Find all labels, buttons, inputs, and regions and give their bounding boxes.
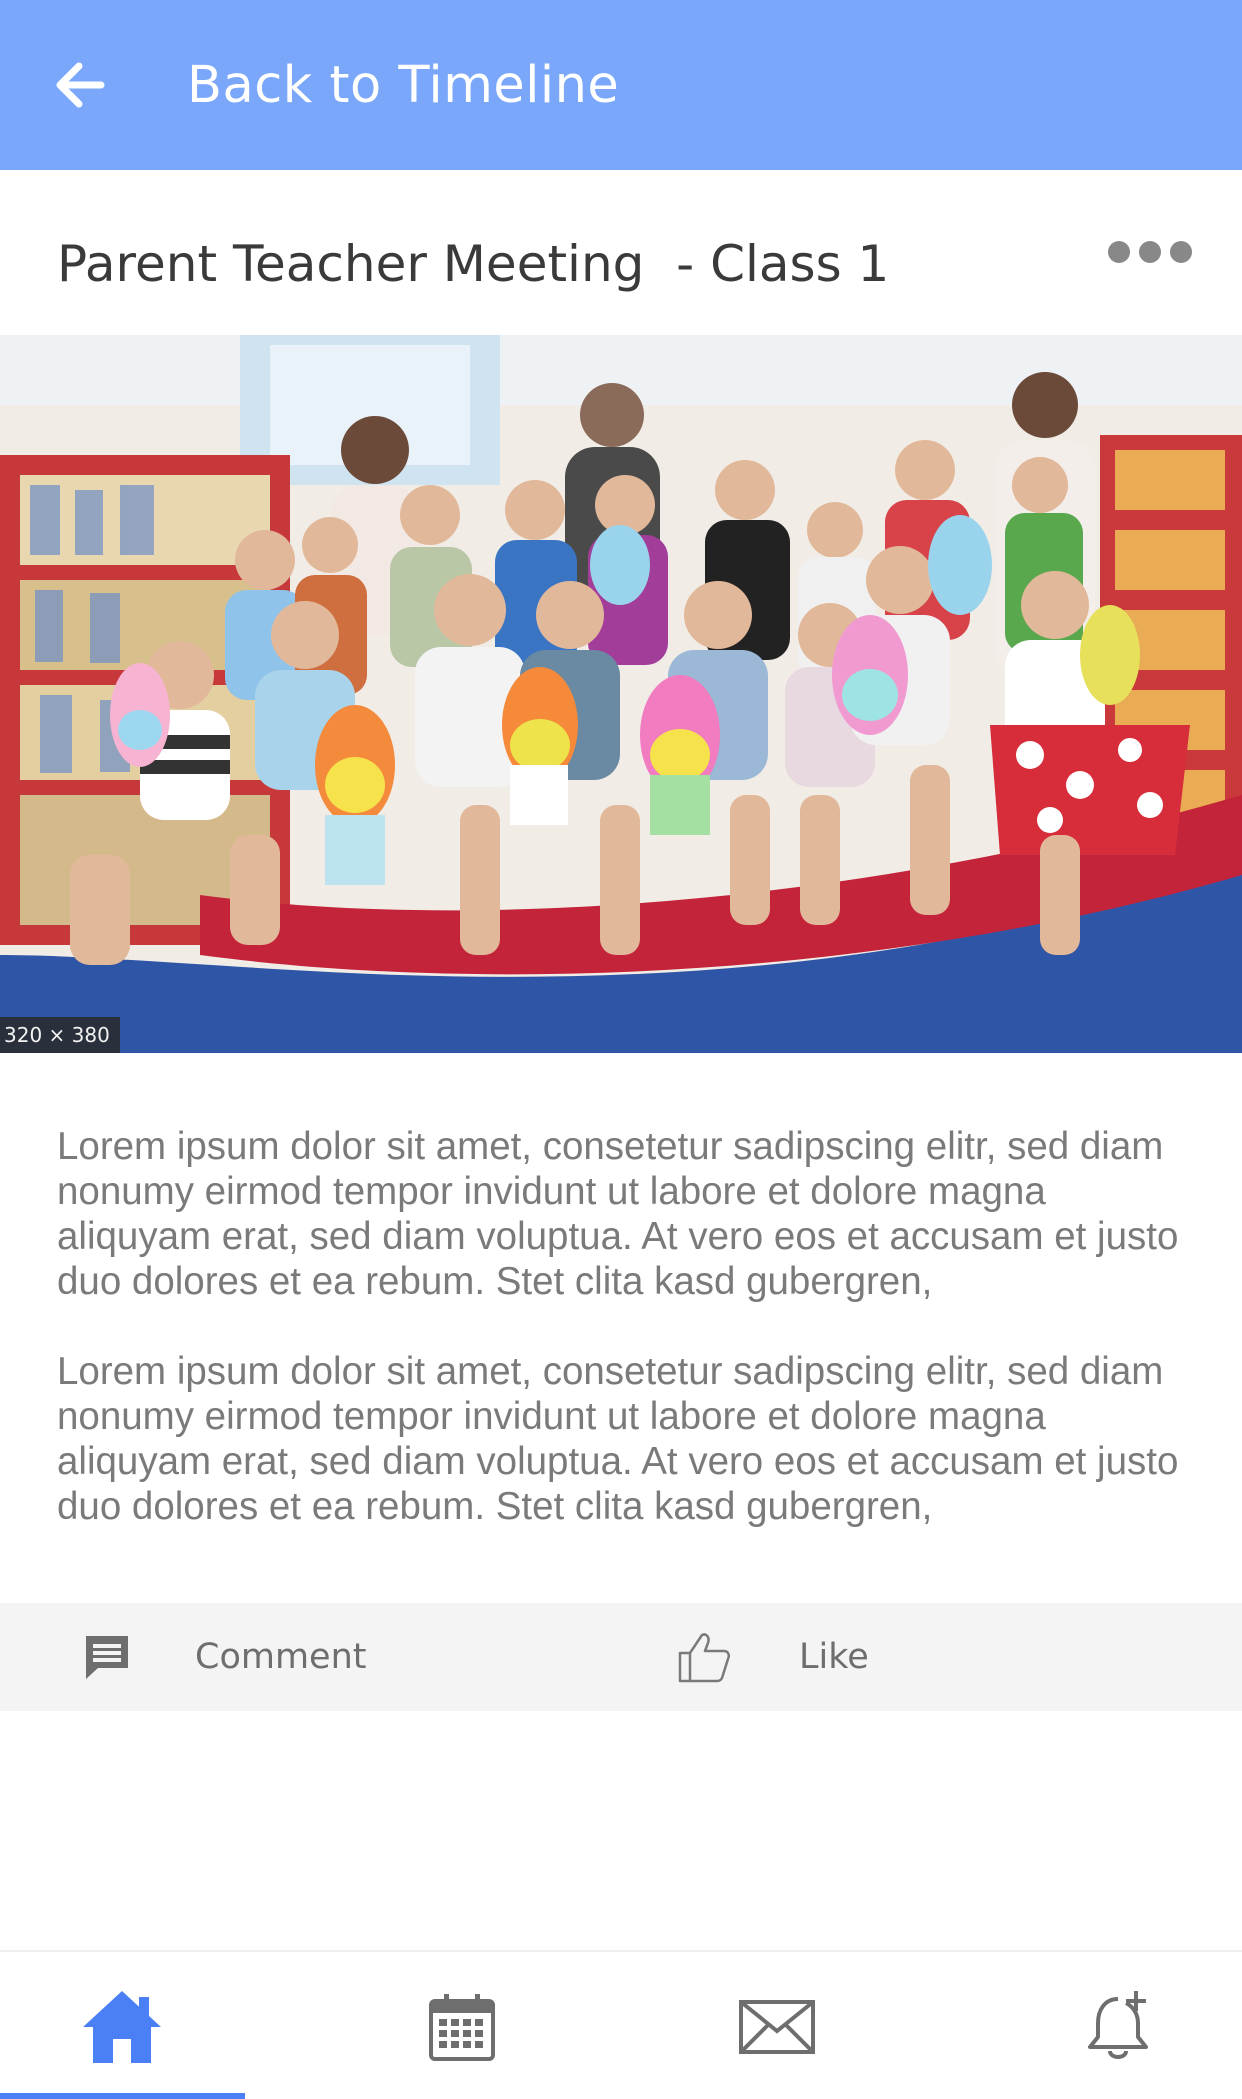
- more-dots-icon: [1108, 241, 1130, 263]
- app-bar: Back to Timeline: [0, 0, 1242, 170]
- calendar-icon: [429, 1993, 495, 2061]
- post-paragraph: Lorem ipsum dolor sit amet, consetetur s…: [57, 1125, 1179, 1303]
- thumbs-up-icon: [678, 1633, 731, 1683]
- arrow-left-icon: [56, 62, 105, 108]
- more-dot: [1139, 241, 1161, 263]
- bell-plus-icon: [1088, 1990, 1148, 2059]
- comment-icon: [86, 1636, 128, 1679]
- class-group-photo: [0, 335, 1242, 1053]
- post-paragraph: Lorem ipsum dolor sit amet, consetetur s…: [57, 1350, 1179, 1528]
- more-dot: [1170, 241, 1192, 263]
- comment-label: Comment: [195, 1637, 367, 1677]
- nav-notifications[interactable]: [998, 1952, 1242, 2099]
- post-body: Lorem ipsum dolor sit amet, consetetur s…: [57, 1124, 1197, 1574]
- post-photo: 320 × 380: [0, 335, 1242, 1053]
- image-dimension-tag: 320 × 380: [0, 1017, 120, 1053]
- nav-calendar[interactable]: [340, 1952, 584, 2099]
- nav-home[interactable]: [0, 1952, 244, 2099]
- home-icon: [83, 1990, 161, 2063]
- back-button[interactable]: [50, 55, 110, 115]
- active-tab-indicator: [0, 2093, 245, 2099]
- back-to-timeline-label[interactable]: Back to Timeline: [187, 56, 619, 115]
- post-actions-bar: Comment Like: [0, 1603, 1242, 1711]
- like-button[interactable]: Like: [676, 1603, 869, 1711]
- bottom-navigation: [0, 1950, 1242, 2099]
- post-title: Parent Teacher Meeting - Class 1: [57, 235, 890, 293]
- comment-button[interactable]: Comment: [82, 1603, 366, 1711]
- like-label: Like: [799, 1637, 869, 1677]
- more-options-button[interactable]: [1108, 236, 1192, 268]
- mail-icon: [739, 1999, 815, 2054]
- nav-messages[interactable]: [655, 1952, 899, 2099]
